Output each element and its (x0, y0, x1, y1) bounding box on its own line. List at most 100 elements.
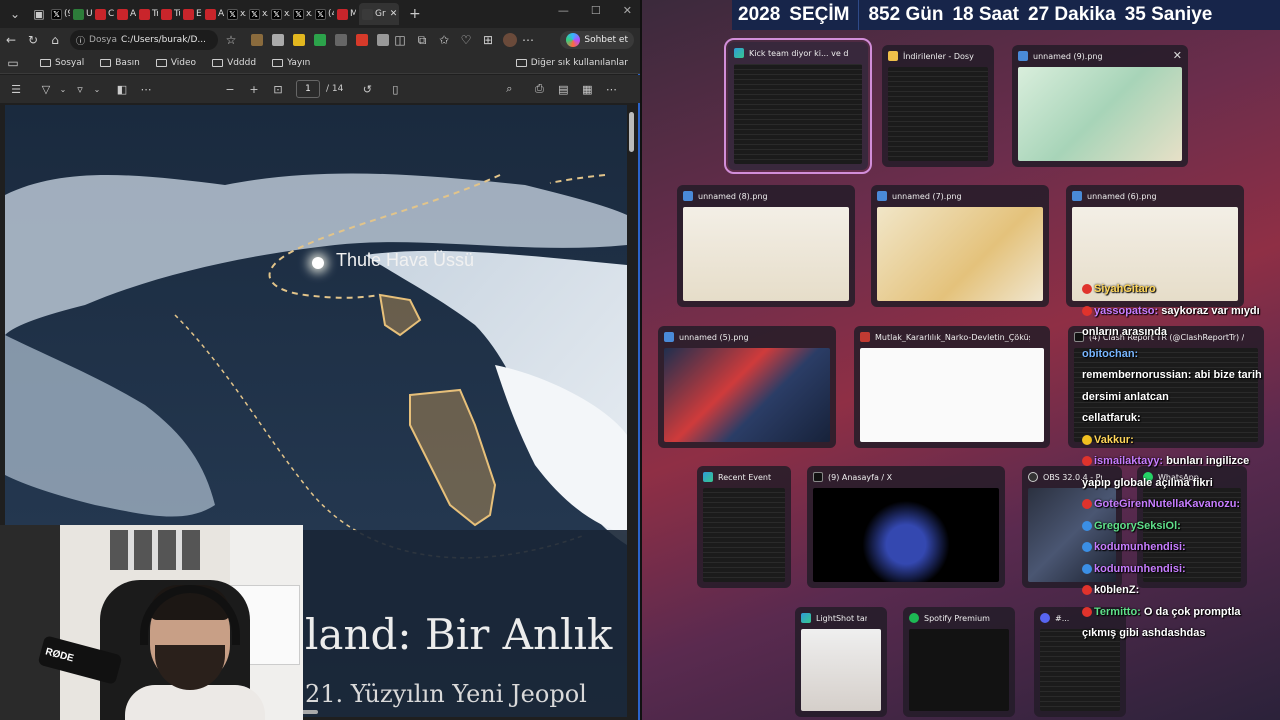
home-icon[interactable]: ⌂ (44, 33, 66, 47)
page-number-input[interactable]: 1 (296, 80, 320, 98)
contents-icon[interactable]: ☰ (4, 83, 28, 96)
disc-icon (1040, 613, 1050, 623)
chat-text: yapıp globale açılma fikri (1082, 476, 1213, 489)
window-thumbnail[interactable]: unnamed (7).png (871, 185, 1049, 307)
rotate-icon[interactable]: ↺ (355, 83, 379, 96)
browser-tab[interactable]: Tr (139, 3, 158, 25)
user-badge-icon (1082, 499, 1092, 510)
copilot-button[interactable]: Sohbet et (560, 31, 634, 49)
bookmark-folder[interactable]: Sosyal (40, 58, 84, 68)
extension-icon[interactable] (377, 34, 389, 46)
highlight-icon[interactable]: ▽ (34, 83, 58, 96)
chevron-down-icon[interactable]: ⌄ (58, 85, 68, 94)
more-options-icon[interactable]: ⋯ (599, 83, 623, 96)
site-favicon-icon (205, 8, 216, 20)
chat-username: Termitto: (1094, 605, 1141, 618)
extension-icon[interactable] (335, 34, 347, 46)
window-thumbnail[interactable]: Recent Events -... (697, 466, 791, 588)
back-icon[interactable]: ← (0, 33, 22, 47)
window-thumbnail[interactable]: Mutlak_Kararlılık_Narko-Devletin_Çöküşü.… (854, 326, 1050, 448)
refresh-icon[interactable]: ↻ (22, 33, 44, 47)
window-preview (1018, 67, 1182, 161)
more-tools-icon[interactable]: ⋯ (134, 83, 158, 96)
browser-tab[interactable]: Al (205, 3, 224, 25)
zoom-in-icon[interactable]: + (242, 83, 266, 96)
browser-tab[interactable]: 𝕏xA (249, 3, 268, 25)
tab-bar: ⌄ ▣ 𝕏(9)UlClAlTrTüEtAl𝕏xA𝕏xA𝕏xA𝕏xA𝕏(4)MG… (0, 0, 640, 28)
window-title: LightShot taraf... (816, 613, 867, 623)
extensions-icon[interactable]: ⧉ (411, 33, 433, 48)
zoom-out-icon[interactable]: − (218, 83, 242, 96)
edge-icon (801, 613, 811, 623)
window-thumbnail[interactable]: unnamed (9).png ✕ (1012, 45, 1188, 167)
site-favicon-icon (183, 8, 194, 20)
tab-label: xA (240, 9, 246, 19)
maximize-icon[interactable]: ☐ (591, 4, 601, 17)
save-icon[interactable]: ▤ (551, 83, 575, 96)
fit-page-icon[interactable]: ⊡ (266, 83, 290, 96)
close-window-icon[interactable]: ✕ (623, 4, 632, 17)
window-title-bar: Spotify Premium (909, 613, 995, 623)
profile-avatar[interactable] (503, 33, 517, 47)
browser-tab[interactable]: 𝕏xA (271, 3, 290, 25)
new-tab-icon[interactable]: + (409, 6, 421, 22)
bookmark-folder[interactable]: Video (155, 57, 197, 68)
window-thumbnail[interactable]: unnamed (5).png (658, 326, 836, 448)
browser-essentials-icon[interactable]: ♡ (455, 33, 477, 47)
more-icon[interactable]: ⋯ (517, 33, 539, 47)
bookmark-folder[interactable]: Basın (100, 58, 140, 68)
collections-icon[interactable]: ⊞ (477, 33, 499, 47)
extension-icon[interactable] (272, 34, 284, 46)
window-thumbnail[interactable]: LightShot taraf... (795, 607, 887, 717)
browser-tab[interactable]: 𝕏(4) (315, 3, 334, 25)
bookmark-folder[interactable]: Yayın (272, 58, 310, 68)
window-preview (888, 67, 988, 161)
window-thumbnail[interactable]: unnamed (8).png (677, 185, 855, 307)
chat-message: cellatfaruk: (1082, 411, 1141, 425)
bookmark-folder[interactable]: Vdddd (212, 58, 256, 68)
browser-tab[interactable]: 𝕏xA (293, 3, 312, 25)
browser-tab[interactable]: Ul (73, 3, 92, 25)
window-thumbnail[interactable]: Kick team diyor ki... ve diğ... (724, 38, 872, 174)
vertical-scrollbar[interactable] (629, 112, 634, 152)
tab-actions-icon[interactable]: ⌄ (6, 5, 24, 23)
extension-icon[interactable] (356, 34, 368, 46)
import-favorites-icon[interactable]: ▭ (2, 56, 24, 70)
page-view-icon[interactable]: ▯ (383, 83, 407, 96)
url-field[interactable]: ⓘ Dosya C:/Users/burak/D... (70, 30, 218, 50)
browser-tab[interactable]: Cl (95, 3, 114, 25)
close-window-icon[interactable]: ✕ (1173, 49, 1182, 62)
search-icon[interactable]: ⌕ (497, 82, 521, 96)
favorites-icon[interactable]: ✩ (433, 33, 455, 47)
favorite-star-icon[interactable]: ☆ (220, 33, 242, 47)
browser-tab[interactable]: Gr ✕ (359, 3, 399, 25)
browser-tab[interactable]: M (337, 3, 356, 25)
site-favicon-icon (95, 8, 106, 20)
folder-icon (155, 58, 167, 67)
window-thumbnail[interactable]: (9) Anasayfa / X (807, 466, 1005, 588)
extension-icon[interactable] (314, 34, 326, 46)
browser-tab[interactable]: 𝕏xA (227, 3, 246, 25)
window-thumbnail[interactable]: Spotify Premium (903, 607, 1015, 717)
bookmark-label: Video (170, 57, 197, 68)
extension-icon[interactable] (251, 34, 263, 46)
extension-icon[interactable] (293, 34, 305, 46)
close-tab-icon[interactable]: ✕ (390, 9, 398, 19)
browser-tab[interactable]: Et (183, 3, 202, 25)
tab-label: Cl (108, 9, 114, 19)
other-bookmarks[interactable]: Diğer sık kullanılanlar (515, 58, 628, 68)
browser-tab[interactable]: Al (117, 3, 136, 25)
chevron-down-icon[interactable]: ⌄ (92, 85, 102, 94)
folder-icon (515, 58, 527, 67)
browser-tab[interactable]: Tü (161, 3, 180, 25)
workspaces-icon[interactable]: ▣ (30, 5, 48, 23)
split-screen-icon[interactable]: ◫ (389, 33, 411, 47)
read-aloud-icon[interactable]: ◧ (110, 83, 134, 96)
save-as-icon[interactable]: ▦ (575, 83, 599, 96)
browser-tab[interactable]: 𝕏(9) (51, 3, 70, 25)
print-icon[interactable]: ⎙ (527, 82, 551, 96)
bookmark-label: Sosyal (55, 57, 85, 68)
filter-icon[interactable]: ▿ (68, 83, 92, 96)
window-thumbnail[interactable]: İndirilenler - Dosya... (882, 45, 994, 167)
minimize-icon[interactable]: — (558, 4, 569, 17)
